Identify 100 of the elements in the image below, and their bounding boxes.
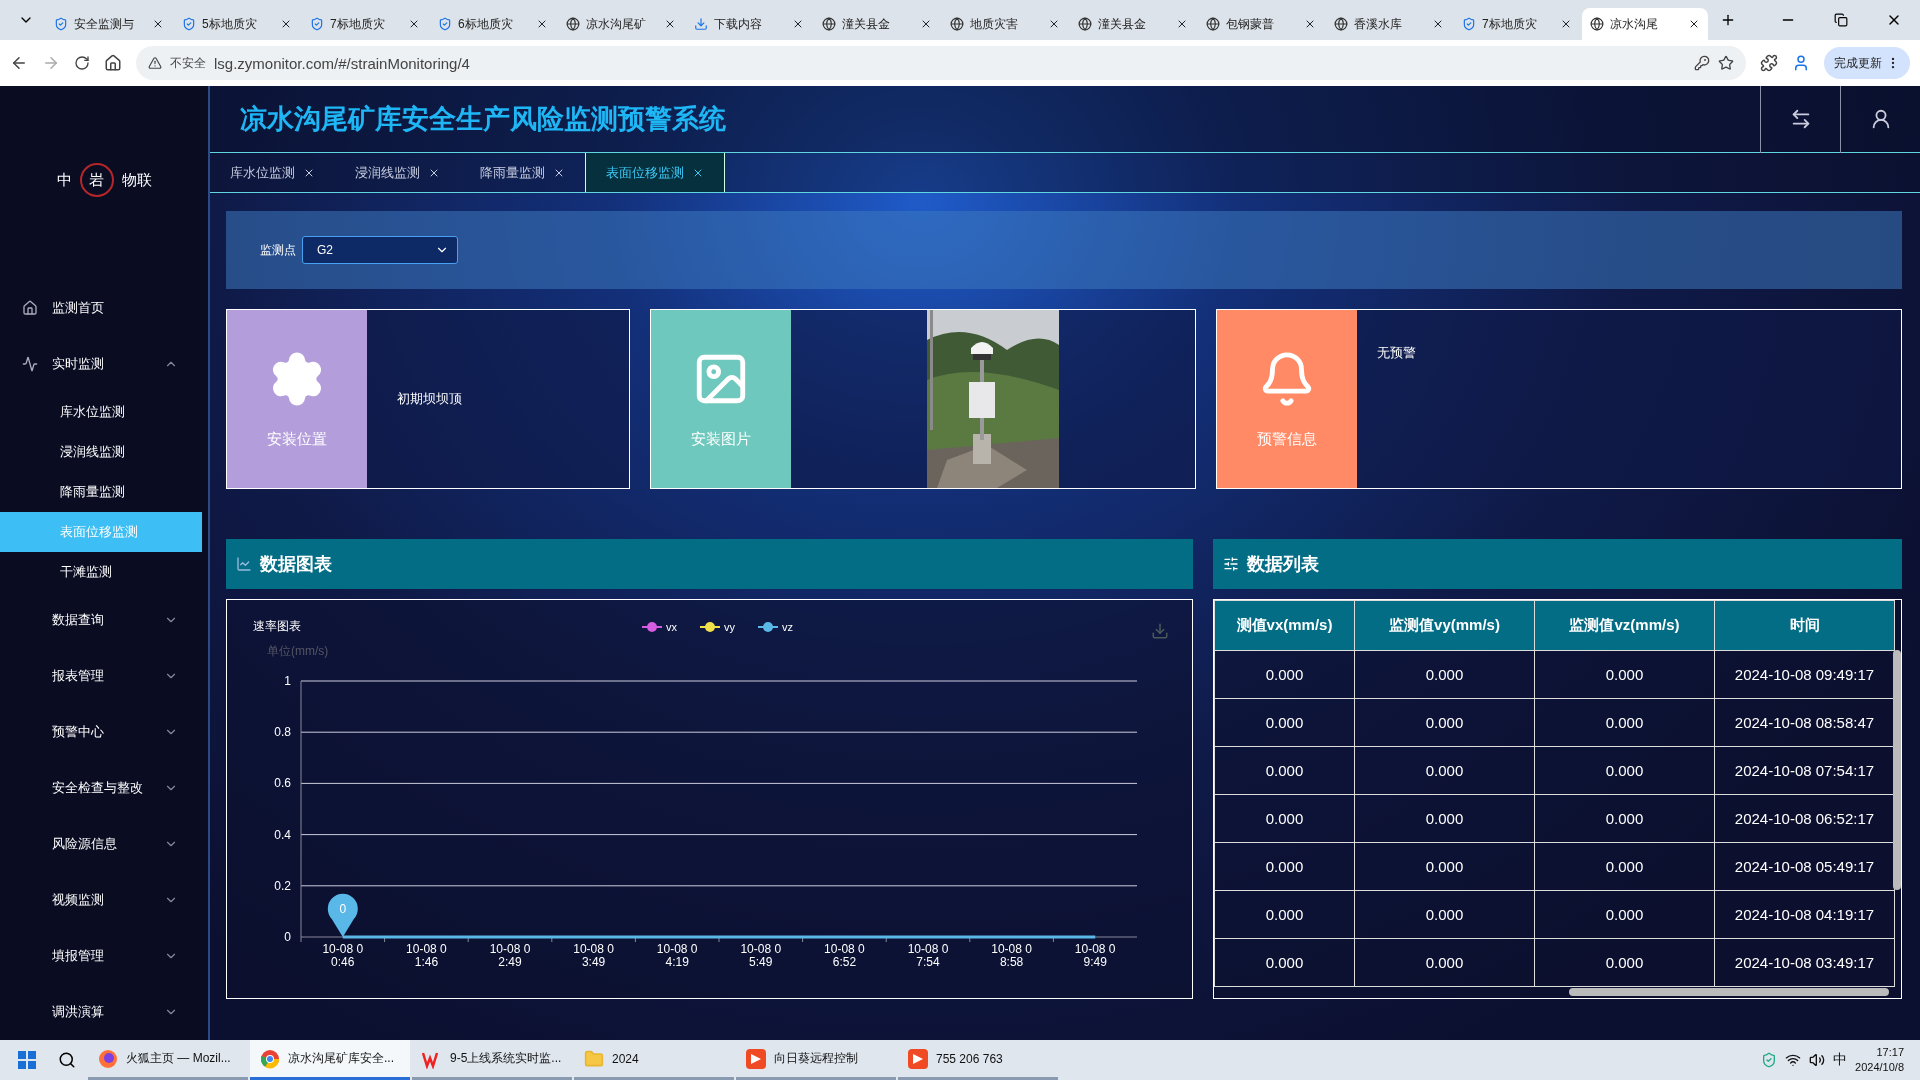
close-icon[interactable]	[1432, 18, 1444, 30]
table-cell: 0.000	[1214, 890, 1355, 939]
browser-tab[interactable]: 潼关县金	[1070, 8, 1196, 40]
scrollbar[interactable]	[1893, 650, 1901, 890]
browser-icon	[98, 1048, 118, 1069]
nav-item[interactable]: 风险源信息	[0, 816, 202, 872]
close-icon[interactable]	[1688, 18, 1700, 30]
legend-marker[interactable]	[641, 622, 663, 632]
browser-tab[interactable]: 5标地质灾	[174, 8, 300, 40]
close-icon[interactable]	[152, 18, 164, 30]
home-icon[interactable]	[104, 54, 122, 72]
nav-item[interactable]: 调洪演算	[0, 984, 202, 1040]
wifi-icon[interactable]	[1785, 1052, 1802, 1068]
panel-title: 数据列表	[1247, 553, 1319, 576]
close-icon[interactable]	[920, 18, 932, 30]
nav-subitem[interactable]: 干滩监测	[0, 552, 202, 592]
security-label[interactable]: 不安全	[170, 54, 206, 72]
axis-tick-label: 10-08 04:19	[656, 942, 698, 969]
volume-icon[interactable]	[1809, 1052, 1826, 1068]
legend-marker[interactable]	[757, 622, 779, 632]
table-cell: 0.000	[1354, 746, 1535, 795]
axis-tick-label: 0.2	[274, 878, 291, 893]
taskbar-app[interactable]: 9-5上线系统实时监...	[412, 1040, 572, 1080]
logo-text: 中	[56, 170, 72, 190]
input-method-label[interactable]: 中	[1833, 1051, 1848, 1069]
close-icon[interactable]	[280, 18, 292, 30]
close-icon[interactable]	[1560, 18, 1572, 30]
close-icon[interactable]	[1176, 18, 1188, 30]
value-pin: 0	[327, 893, 358, 937]
browser-tab[interactable]: 下载内容	[686, 8, 812, 40]
page-tab[interactable]: 降雨量监测	[460, 153, 585, 192]
table-cell: 0.000	[1534, 746, 1715, 795]
home-icon	[22, 300, 38, 316]
extensions-icon[interactable]	[1760, 54, 1778, 72]
close-icon[interactable]	[408, 18, 420, 30]
taskbar-app[interactable]: 火狐主页 — Mozil...	[88, 1040, 248, 1080]
nav-item[interactable]: 填报管理	[0, 928, 202, 984]
browser-tab[interactable]: 地质灾害	[942, 8, 1068, 40]
nav-subitem[interactable]: 降雨量监测	[0, 472, 202, 512]
profile-icon[interactable]	[1792, 54, 1810, 72]
legend-marker[interactable]	[699, 622, 721, 632]
scrollbar[interactable]	[1569, 988, 1889, 996]
restore-icon[interactable]	[1834, 13, 1848, 27]
warning-icon	[148, 56, 162, 70]
nav-item[interactable]: 监测首页	[0, 280, 202, 336]
axis-tick-label: 0	[284, 930, 291, 944]
legend-label: vy	[724, 621, 735, 633]
page-tab[interactable]: 库水位监测	[210, 153, 335, 192]
browser-tab[interactable]: 凉水沟尾矿	[558, 8, 684, 40]
nav-item[interactable]: 报表管理	[0, 648, 202, 704]
table-cell: 0.000	[1354, 794, 1535, 843]
clock[interactable]: 17:17 2024/10/8	[1855, 1045, 1904, 1075]
browser-tab[interactable]: 安全监测与	[46, 8, 172, 40]
close-icon[interactable]	[536, 18, 548, 30]
table-cell: 0.000	[1534, 890, 1715, 939]
reload-icon[interactable]	[74, 55, 90, 71]
address-bar[interactable]: 不安全 lsg.zymonitor.com/#/strainMonitoring/4	[136, 46, 1746, 80]
monitor-point-select[interactable]: G2	[302, 236, 458, 264]
page-tab[interactable]: 表面位移监测	[585, 153, 725, 192]
nav-item[interactable]: 视频监测	[0, 872, 202, 928]
browser-tab[interactable]: 凉水沟尾	[1582, 8, 1708, 40]
taskbar-app[interactable]: 向日葵远程控制	[736, 1040, 896, 1080]
table-cell: 0.000	[1534, 794, 1715, 843]
taskbar-app[interactable]: 凉水沟尾矿库安全...	[250, 1040, 410, 1080]
close-icon[interactable]	[664, 18, 676, 30]
close-icon[interactable]	[1048, 18, 1060, 30]
browser-tab[interactable]: 7标地质灾	[1454, 8, 1580, 40]
back-icon[interactable]	[10, 54, 28, 72]
axis-tick-label: 0.4	[274, 827, 291, 842]
bookmark-icon[interactable]	[1718, 55, 1734, 71]
table-cell: 0.000	[1354, 842, 1535, 891]
key-icon[interactable]	[1694, 55, 1710, 71]
nav-subitem[interactable]: 库水位监测	[0, 392, 202, 432]
nav-subitem[interactable]: 浸润线监测	[0, 432, 202, 472]
browser-tab[interactable]: 7标地质灾	[302, 8, 428, 40]
nav-item[interactable]: 数据查询	[0, 592, 202, 648]
axis-label: 单位(mm/s)	[267, 644, 329, 658]
shield-icon	[1462, 17, 1476, 31]
browser-tab[interactable]: 包钢蒙普	[1198, 8, 1324, 40]
update-button[interactable]: 完成更新	[1824, 47, 1910, 79]
close-icon[interactable]	[1304, 18, 1316, 30]
close-icon[interactable]	[792, 18, 804, 30]
axis-tick-label: 0.6	[274, 776, 291, 791]
browser-tab[interactable]: 6标地质灾	[430, 8, 556, 40]
browser-tab[interactable]: 潼关县金	[814, 8, 940, 40]
taskbar-app[interactable]: 2024	[574, 1040, 734, 1080]
axis-tick-label: 10-08 09:49	[1074, 942, 1116, 969]
sliders-icon	[1223, 556, 1239, 572]
taskbar-app[interactable]: 755 206 763	[898, 1040, 1058, 1080]
table-cell: 0.000	[1214, 794, 1355, 843]
logo-text: 物联	[121, 170, 152, 190]
nav-item[interactable]: 预警中心	[0, 704, 202, 760]
page-tab[interactable]: 浸润线监测	[335, 153, 460, 192]
new-tab-icon[interactable]	[1720, 12, 1736, 28]
nav-item[interactable]: 安全检查与整改	[0, 760, 202, 816]
nav-item[interactable]: 实时监测	[0, 336, 202, 392]
globe-icon	[1206, 17, 1220, 31]
browser-tab[interactable]: 香溪水库	[1326, 8, 1452, 40]
search-icon	[58, 1051, 76, 1069]
chart-icon	[236, 556, 252, 572]
